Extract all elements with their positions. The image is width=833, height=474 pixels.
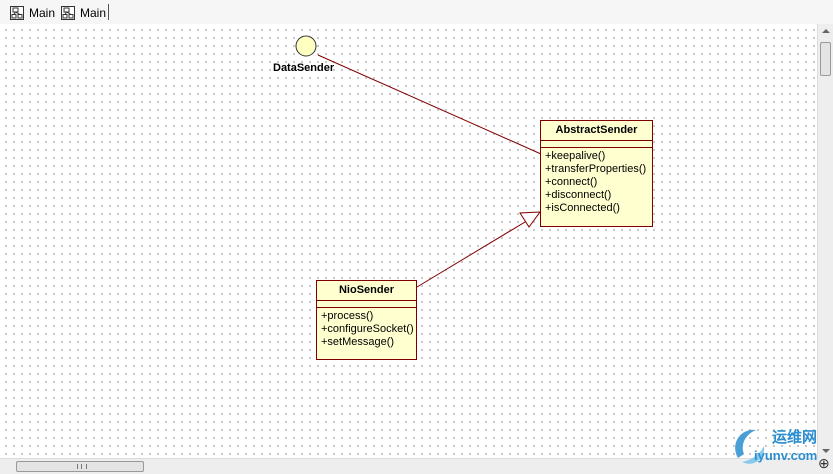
class-name: NioSender	[317, 281, 416, 301]
operation: +configureSocket()	[321, 323, 414, 335]
vertical-scroll-thumb[interactable]	[820, 42, 831, 76]
horizontal-scrollbar[interactable]	[0, 458, 817, 474]
tab-divider	[108, 4, 109, 20]
relations-layer	[295, 35, 542, 288]
watermark-logo: 运维网 iyunv.com	[730, 424, 830, 470]
class-diagram-icon	[10, 6, 24, 20]
class-operations: +process() +configureSocket() +setMessag…	[317, 308, 416, 352]
tab-label: Main	[80, 6, 107, 20]
tab-bar: Main Main	[0, 0, 833, 24]
class-niosender[interactable]: NioSender +process() +configureSocket() …	[316, 280, 417, 360]
grip-icon	[77, 464, 87, 469]
interface-lollipop-icon[interactable]	[295, 35, 317, 57]
watermark-text-en: iyunv.com	[754, 448, 818, 463]
interface-name: DataSender	[273, 62, 335, 74]
class-operations: +keepalive() +transferProperties() +conn…	[541, 148, 652, 218]
operation: +disconnect()	[545, 189, 612, 201]
tab-label: Main	[29, 6, 56, 20]
realization-line[interactable]	[317, 54, 542, 155]
class-attributes	[317, 301, 416, 308]
operation: +connect()	[545, 176, 598, 188]
generalization-arrowhead	[519, 211, 542, 228]
tab-main-2[interactable]: Main	[60, 3, 106, 23]
tab-main-1[interactable]: Main	[9, 3, 55, 23]
vertical-scrollbar[interactable]	[817, 24, 833, 458]
operation: +isConnected()	[545, 202, 620, 214]
class-diagram-icon	[61, 6, 75, 20]
operation: +process()	[321, 310, 374, 322]
operation: +setMessage()	[321, 336, 395, 348]
watermark-text-cn: 运维网	[772, 429, 818, 446]
class-abstractsender[interactable]: AbstractSender +keepalive() +transferPro…	[540, 120, 653, 227]
class-name: AbstractSender	[541, 121, 652, 141]
generalization-line[interactable]	[416, 218, 531, 288]
diagram-canvas[interactable]: DataSender AbstractSender +keepalive() +…	[0, 24, 817, 458]
horizontal-scroll-thumb[interactable]	[16, 461, 144, 472]
scroll-up-icon[interactable]	[822, 29, 830, 33]
operation: +keepalive()	[545, 150, 606, 162]
class-attributes	[541, 141, 652, 148]
operation: +transferProperties()	[545, 163, 647, 175]
